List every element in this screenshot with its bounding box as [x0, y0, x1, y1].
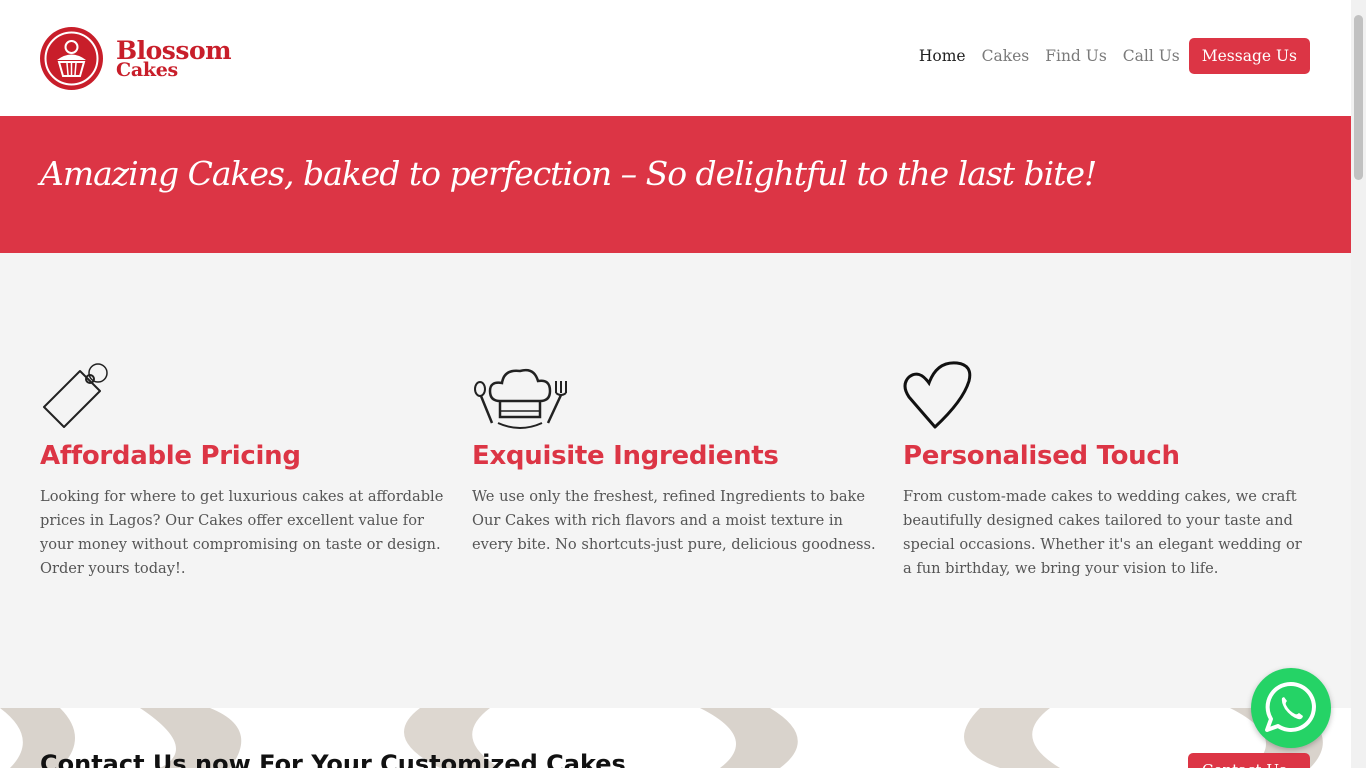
- features-section: Affordable Pricing Looking for where to …: [0, 253, 1351, 708]
- banner-tagline: Amazing Cakes, baked to perfection – So …: [40, 154, 1097, 193]
- feature-text: Looking for where to get luxurious cakes…: [40, 488, 444, 577]
- feature-title: Personalised Touch: [903, 441, 1180, 471]
- contact-us-button[interactable]: Contact Us: [1188, 753, 1310, 768]
- brand-logo[interactable]: Blossom Cakes: [40, 27, 232, 90]
- whatsapp-icon: [1265, 681, 1316, 732]
- whatsapp-button[interactable]: [1251, 668, 1331, 748]
- heart-icon: [903, 361, 972, 429]
- feature-personalised-touch: Personalised Touch From custom-made cake…: [903, 361, 1315, 581]
- brand-name: Blossom Cakes: [116, 38, 232, 80]
- nav-find-us[interactable]: Find Us: [1045, 47, 1107, 65]
- price-tag-icon: [43, 363, 108, 428]
- chef-hat-utensils-icon: [474, 368, 567, 429]
- contact-section: Contact Us now For Your Customized Cakes…: [0, 708, 1351, 768]
- nav-home[interactable]: Home: [919, 47, 966, 65]
- main-nav: Home Cakes Find Us Call Us Message Us: [903, 38, 1310, 74]
- contact-heading: Contact Us now For Your Customized Cakes: [40, 750, 626, 768]
- nav-cakes[interactable]: Cakes: [982, 47, 1030, 65]
- cupcake-logo-icon: [40, 27, 103, 90]
- feature-text: We use only the freshest, refined Ingred…: [472, 488, 876, 553]
- feature-text: From custom-made cakes to wedding cakes,…: [903, 488, 1302, 577]
- feature-exquisite-ingredients: Exquisite Ingredients We use only the fr…: [472, 361, 884, 557]
- message-us-button[interactable]: Message Us: [1188, 38, 1310, 74]
- scrollbar-thumb[interactable]: [1354, 15, 1363, 180]
- feature-title: Affordable Pricing: [40, 441, 301, 471]
- nav-call-us[interactable]: Call Us: [1123, 47, 1180, 65]
- page-scrollbar[interactable]: [1351, 0, 1366, 768]
- hero-banner: Amazing Cakes, baked to perfection – So …: [0, 116, 1351, 253]
- site-header: Blossom Cakes Home Cakes Find Us Call Us…: [0, 0, 1351, 116]
- feature-affordable-pricing: Affordable Pricing Looking for where to …: [40, 361, 452, 581]
- feature-title: Exquisite Ingredients: [472, 441, 779, 471]
